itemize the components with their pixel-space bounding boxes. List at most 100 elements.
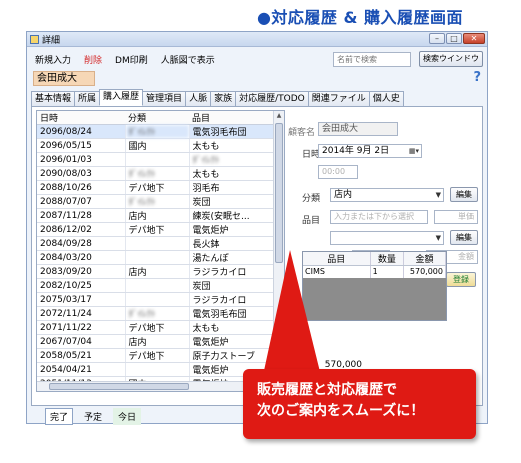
toolbar: 新規入力 削除 DM印刷 人脈図で表示 検索ウインドウ [27, 49, 487, 69]
tab-personal-history[interactable]: 個人史 [368, 91, 404, 106]
new-entry-button[interactable]: 新規入力 [35, 53, 71, 66]
row-item: 長火鉢 [189, 236, 275, 251]
calendar-icon[interactable]: ▦▾ [409, 145, 419, 157]
scroll-up-icon[interactable]: ▲ [275, 112, 283, 121]
callout-line-2: 次のご案内をスムーズに！ [257, 403, 425, 419]
tab-connections[interactable]: 人脈 [185, 91, 212, 106]
table-row[interactable]: 2082/10/25 炭団 [37, 278, 275, 293]
horizontal-scrollbar[interactable] [37, 381, 273, 391]
status-tabs: 完了 予定 今日 [45, 408, 142, 425]
row-item: 炭団 [189, 278, 275, 293]
row-category: ﾀﾞｲﾚｸﾄ [125, 194, 190, 209]
callout-line-1: 販売履歴と対応履歴で [257, 382, 397, 398]
row-item: 電気炬炉 [189, 334, 275, 349]
row-item: 太もも [189, 320, 275, 335]
hscroll-thumb[interactable] [49, 383, 189, 390]
row-category: 國内 [125, 138, 190, 153]
title-bar[interactable]: 詳細 – □ ✕ [27, 32, 487, 47]
minimize-button[interactable]: – [429, 33, 445, 44]
column-header-datetime[interactable]: 日時 [37, 111, 125, 125]
row-category: デパ地下 [125, 348, 190, 363]
row-category: ﾀﾞｲﾚｸﾄ [125, 306, 190, 321]
tab-purchase-history[interactable]: 購入履歴 [99, 89, 144, 106]
line-header-qty: 数量 [370, 252, 405, 266]
row-item: 電気羽毛布団 [189, 124, 275, 139]
vertical-scrollbar[interactable]: ▲ ▼ [273, 111, 284, 391]
time-input[interactable]: 00:00 [318, 165, 358, 179]
table-row[interactable]: 2075/03/17 ラジラカイロ [37, 292, 275, 307]
column-header-item[interactable]: 品目 [189, 111, 274, 125]
maximize-button[interactable]: □ [446, 33, 462, 44]
row-datetime: 2096/01/03 [37, 152, 126, 167]
tab-contact-history[interactable]: 対応履歴/TODO [235, 91, 309, 106]
item-edit-button[interactable]: 編集 [450, 230, 478, 245]
table-row[interactable]: 2086/12/02 デパ地下 電気炬炉 [37, 222, 275, 237]
unit-price-input[interactable]: 単価 [434, 210, 478, 224]
row-item: 太もも [189, 166, 275, 181]
table-row[interactable]: 2071/11/22 デパ地下 太もも [37, 320, 275, 335]
row-item: ﾀﾞｲﾚｸﾄ [189, 152, 275, 167]
delete-button[interactable]: 削除 [84, 53, 102, 66]
row-category: ﾀﾞｲﾚｸﾄ [125, 124, 190, 139]
table-row[interactable]: 2054/04/21 電気炬炉 [37, 362, 275, 377]
table-row[interactable]: 2090/08/03 ﾀﾞｲﾚｸﾄ 太もも [37, 166, 275, 181]
table-row[interactable]: 2087/11/28 店内 練炭(安眠セ... [37, 208, 275, 223]
tab-management[interactable]: 管理項目 [142, 91, 187, 106]
row-datetime: 2067/07/04 [37, 334, 126, 349]
history-list[interactable]: 日時 分類 品目 2096/08/24 ﾀﾞｲﾚｸﾄ 電気羽毛布団 2096/05/1… [36, 110, 285, 392]
tab-related-files[interactable]: 関連ファイル [307, 91, 370, 106]
row-datetime: 2096/08/24 [37, 124, 126, 139]
line-header-item: 品目 [303, 252, 371, 266]
help-icon[interactable]: ? [473, 70, 481, 85]
name-search-input[interactable] [333, 52, 411, 67]
row-datetime: 2071/11/22 [37, 320, 126, 335]
line-items-table[interactable]: 品目 数量 金額 CIMS 1 570,000 [302, 251, 447, 321]
history-grid: 日時 分類 品目 2096/08/24 ﾀﾞｲﾚｸﾄ 電気羽毛布団 2096/05/1… [37, 111, 275, 391]
column-header-category[interactable]: 分類 [125, 111, 189, 125]
row-datetime: 2088/07/07 [37, 194, 126, 209]
table-row[interactable]: 2067/07/04 店内 電気炬炉 [37, 334, 275, 349]
table-row[interactable]: 2084/09/28 長火鉢 [37, 236, 275, 251]
show-connections-button[interactable]: 人脈図で表示 [161, 53, 215, 66]
row-item: 電気羽毛布団 [189, 306, 275, 321]
row-datetime: 2087/11/28 [37, 208, 126, 223]
register-button[interactable]: 登録 [446, 272, 476, 287]
line-header-amount: 金額 [403, 252, 446, 266]
category-edit-button[interactable]: 編集 [450, 187, 478, 202]
line-item-name: CIMS [303, 265, 371, 278]
row-category: 店内 [125, 264, 190, 279]
tab-today[interactable]: 今日 [113, 408, 142, 425]
item-select[interactable]: ▼ [330, 231, 444, 245]
row-item: 原子力ストーブ [189, 348, 275, 363]
row-item: ラジラカイロ [189, 292, 275, 307]
tab-affiliation[interactable]: 所属 [74, 91, 101, 106]
category-label: 分類 [302, 194, 321, 204]
table-row[interactable]: 2058/05/21 デパ地下 原子力ストーブ [37, 348, 275, 363]
row-datetime: 2082/10/25 [37, 278, 126, 293]
table-row[interactable]: 2084/03/20 湯たんぽ [37, 250, 275, 265]
row-category: デパ地下 [125, 180, 190, 195]
date-picker[interactable]: 2014年 9月 2日 ▦▾ [318, 144, 422, 158]
table-row[interactable]: 2083/09/20 店内 ラジラカイロ [37, 264, 275, 279]
dm-print-button[interactable]: DM印刷 [115, 53, 148, 66]
row-category [125, 278, 190, 293]
table-row[interactable]: 2096/05/15 國内 太もも [37, 138, 275, 153]
scroll-thumb[interactable] [275, 123, 283, 263]
category-select[interactable]: 店内 ▼ [330, 188, 444, 202]
row-category [125, 292, 190, 307]
page-heading: ●対応履歴 & 購入履歴画面 [256, 8, 464, 27]
tab-scheduled[interactable]: 予定 [79, 408, 107, 425]
table-row[interactable]: 2088/07/07 ﾀﾞｲﾚｸﾄ 炭団 [37, 194, 275, 209]
tab-basic-info[interactable]: 基本情報 [31, 91, 76, 106]
table-row[interactable]: 2072/11/24 ﾀﾞｲﾚｸﾄ 電気羽毛布団 [37, 306, 275, 321]
item-input[interactable]: 入力または下から選択 [330, 210, 428, 224]
tab-family[interactable]: 家族 [210, 91, 237, 106]
callout-banner: 販売履歴と対応履歴で 次のご案内をスムーズに！ [243, 369, 476, 439]
table-row[interactable]: 2088/10/26 デパ地下 羽毛布 [37, 180, 275, 195]
table-row[interactable]: 2096/08/24 ﾀﾞｲﾚｸﾄ 電気羽毛布団 [37, 124, 275, 139]
search-window-button[interactable]: 検索ウインドウ [419, 51, 483, 67]
close-button[interactable]: ✕ [463, 33, 485, 44]
line-item-row[interactable]: CIMS 1 570,000 [303, 265, 446, 278]
tab-completed[interactable]: 完了 [45, 408, 74, 425]
table-row[interactable]: 2096/01/03 ﾀﾞｲﾚｸﾄ [37, 152, 275, 167]
